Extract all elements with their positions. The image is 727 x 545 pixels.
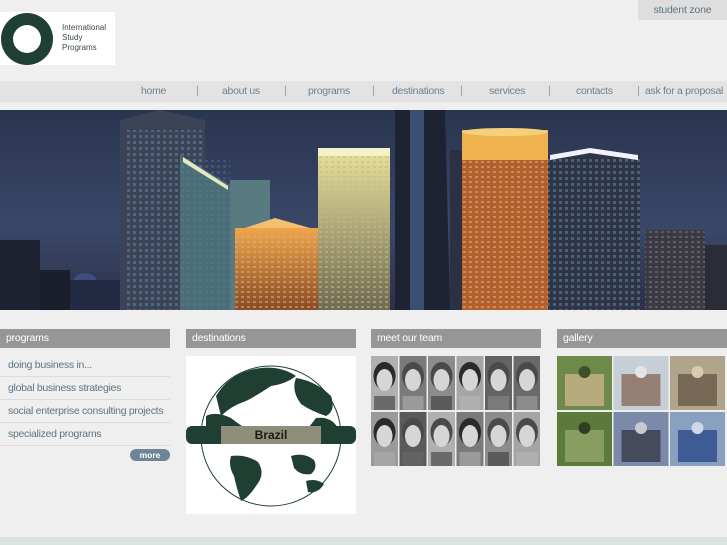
team-member-photo[interactable] [513,356,541,410]
team-photo-grid[interactable] [371,356,541,466]
team-member-photo[interactable] [456,356,484,410]
team-member-photo[interactable] [428,412,455,466]
main-nav: home about us programs destinations serv… [0,81,727,102]
gallery-thumbnail[interactable] [613,356,669,410]
gallery-photo-grid[interactable] [557,356,727,466]
team-member-photo[interactable] [371,412,398,466]
team-member-photo[interactable] [485,356,512,410]
program-link-doing-business[interactable]: doing business in... [0,354,170,377]
footer-bar [0,537,727,545]
destination-label: Brazil [255,428,288,442]
team-member-photo[interactable] [428,356,455,410]
programs-panel-title: programs [0,329,170,348]
nav-programs[interactable]: programs [308,81,350,102]
nav-separator [638,86,639,96]
gallery-thumbnail[interactable] [557,356,612,410]
nav-separator [285,86,286,96]
team-member-photo[interactable] [485,412,512,466]
hero-skyline-image [0,110,727,310]
nav-home[interactable]: home [141,81,166,102]
programs-list: doing business in... global business str… [0,354,170,446]
team-member-photo[interactable] [399,412,427,466]
nav-contacts[interactable]: contacts [576,81,613,102]
gallery-panel-title: gallery [557,329,727,348]
program-link-global-strategies[interactable]: global business strategies [0,377,170,400]
more-button[interactable]: more [130,449,170,461]
team-panel-title: meet our team [371,329,541,348]
program-link-social-enterprise[interactable]: social enterprise consulting projects [0,400,170,423]
logo-text: International Study Programs [62,23,107,52]
gallery-thumbnail[interactable] [670,412,725,466]
destinations-globe[interactable]: Brazil [186,356,356,514]
destinations-panel-title: destinations [186,329,356,348]
nav-services[interactable]: services [489,81,525,102]
gallery-thumbnail[interactable] [613,412,669,466]
nav-separator [373,86,374,96]
student-zone-link[interactable]: student zone [638,0,727,20]
team-member-photo[interactable] [399,356,427,410]
site-logo[interactable]: International Study Programs [0,12,115,65]
team-member-photo[interactable] [456,412,484,466]
program-link-specialized[interactable]: specialized programs [0,423,170,446]
nav-separator [461,86,462,96]
ring-logo-icon [1,13,53,65]
gallery-thumbnail[interactable] [670,356,725,410]
team-member-photo[interactable] [513,412,541,466]
nav-about-us[interactable]: about us [222,81,260,102]
nav-ask-for-proposal[interactable]: ask for a proposal [645,81,723,102]
gallery-thumbnail[interactable] [557,412,612,466]
team-member-photo[interactable] [371,356,398,410]
nav-separator [197,86,198,96]
nav-separator [549,86,550,96]
nav-destinations[interactable]: destinations [392,81,445,102]
